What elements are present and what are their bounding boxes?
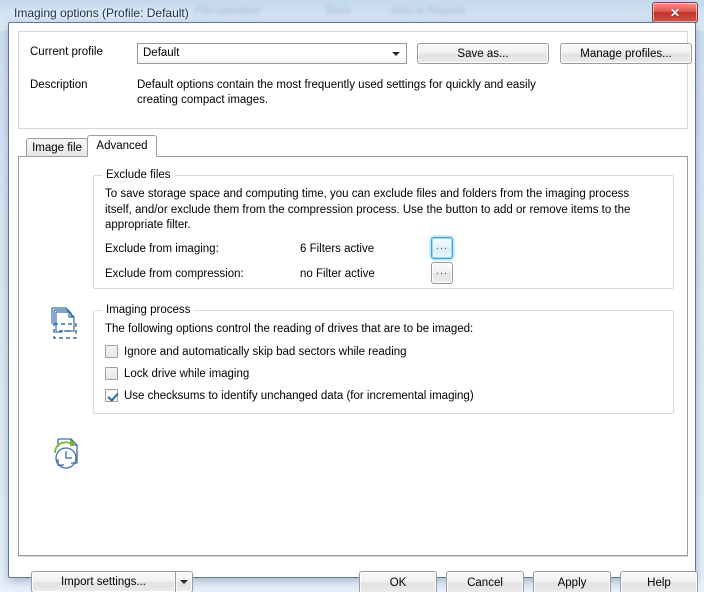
import-settings-button[interactable]: Import settings... <box>31 571 175 592</box>
chevron-down-icon <box>392 52 400 56</box>
chevron-down-icon <box>180 580 188 584</box>
checkbox-row-use-checksums[interactable]: Use checksums to identify unchanged data… <box>105 389 474 402</box>
tab-strip: Image file Advanced <box>18 135 688 157</box>
checkbox-lock-drive[interactable] <box>105 367 118 380</box>
documents-exclude-icon <box>51 307 77 339</box>
exclude-files-legend: Exclude files <box>102 169 175 181</box>
checkbox-label-use-checksums: Use checksums to identify unchanged data… <box>124 389 474 402</box>
exclude-from-compression-value: no Filter active <box>300 268 375 280</box>
profile-panel: Current profile Default Save as... Manag… <box>18 31 692 129</box>
exclude-files-description: To save storage space and computing time… <box>105 188 631 231</box>
tab-panel-advanced: Exclude files To save storage space and … <box>18 156 688 556</box>
desktop-background: File operation Tools Jobs & Reports Imag… <box>0 0 704 592</box>
exclude-from-imaging-value: 6 Filters active <box>300 243 375 255</box>
import-settings-split-button[interactable]: Import settings... <box>31 571 193 592</box>
imaging-process-legend: Imaging process <box>102 304 195 316</box>
checkbox-skip-bad-sectors[interactable] <box>105 345 118 358</box>
ghost-text-file-operation: File operation <box>195 5 262 17</box>
current-profile-value: Default <box>143 47 180 59</box>
exclude-files-group: Exclude files To save storage space and … <box>93 169 674 289</box>
tab-advanced[interactable]: Advanced <box>87 135 157 157</box>
save-as-button[interactable]: Save as... <box>417 43 549 64</box>
description-text: Default options contain the most frequen… <box>137 79 536 106</box>
description-label: Description <box>30 79 88 91</box>
checkbox-label-lock-drive: Lock drive while imaging <box>124 367 250 380</box>
checkbox-row-skip-bad-sectors[interactable]: Ignore and automatically skip bad sector… <box>105 345 407 358</box>
close-button[interactable]: ✕ <box>652 2 698 23</box>
cancel-button[interactable]: Cancel <box>446 571 524 592</box>
document-clock-icon <box>54 438 78 469</box>
exclude-from-imaging-label: Exclude from imaging: <box>105 243 219 255</box>
checkbox-label-skip-bad-sectors: Ignore and automatically skip bad sector… <box>124 345 407 358</box>
manage-profiles-button[interactable]: Manage profiles... <box>560 43 692 64</box>
exclude-from-compression-browse-button[interactable]: ... <box>431 262 453 284</box>
import-settings-dropdown-button[interactable] <box>175 571 193 592</box>
ok-button[interactable]: OK <box>359 571 437 592</box>
imaging-process-description: The following options control the readin… <box>105 323 474 335</box>
ghost-text-jobs-reports: Jobs & Reports <box>390 5 466 17</box>
footer-divider <box>18 556 688 557</box>
close-icon: ✕ <box>669 5 681 20</box>
imaging-process-group: Imaging process The following options co… <box>93 304 674 414</box>
window-title: Imaging options (Profile: Default) <box>14 6 189 20</box>
apply-button[interactable]: Apply <box>533 571 611 592</box>
help-button[interactable]: Help <box>620 571 698 592</box>
current-profile-label: Current profile <box>30 46 103 58</box>
current-profile-combobox[interactable]: Default <box>137 43 407 64</box>
checkbox-use-checksums[interactable] <box>105 389 118 402</box>
exclude-from-imaging-browse-button[interactable]: ... <box>431 237 453 259</box>
ghost-text-tools: Tools <box>325 5 351 17</box>
checkbox-row-lock-drive[interactable]: Lock drive while imaging <box>105 367 249 380</box>
imaging-options-dialog: Current profile Default Save as... Manag… <box>8 22 698 592</box>
tab-image-file[interactable]: Image file <box>26 138 88 157</box>
exclude-from-compression-label: Exclude from compression: <box>105 268 244 280</box>
